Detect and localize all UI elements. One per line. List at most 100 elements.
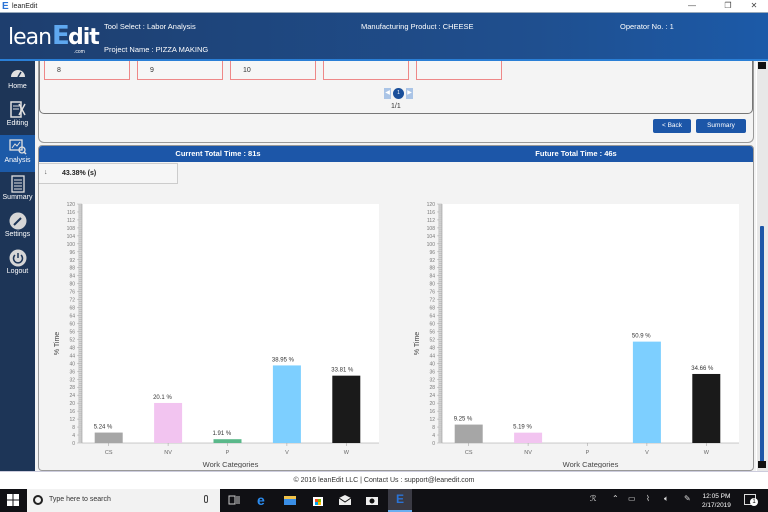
step-box[interactable]: 9	[137, 61, 223, 80]
y-axis-label: % Time	[414, 332, 421, 355]
step-box[interactable]: 10	[230, 61, 316, 80]
step-box[interactable]: 8	[44, 61, 130, 80]
y-tick-label: 32	[69, 377, 75, 383]
page-1-button[interactable]: 1	[393, 88, 404, 99]
y-tick-label: 12	[69, 417, 75, 423]
reduction-value: 43.38% (s)	[62, 170, 97, 177]
bar-value-label: 9.25 %	[454, 417, 473, 423]
wifi-icon[interactable]: ⌇	[646, 494, 650, 503]
x-tick-label: P	[586, 450, 590, 456]
y-tick-label: 112	[427, 218, 435, 224]
dashboard-icon	[10, 70, 25, 78]
wrench-icon	[9, 212, 26, 230]
logo-dit-text: dit	[68, 25, 100, 50]
y-tick-label: 16	[69, 409, 75, 415]
notification-badge: 1	[750, 498, 758, 506]
current-chart: 0481216202428323640444852566064687276808…	[54, 202, 379, 468]
sidebar-item-summary[interactable]: Summary	[0, 172, 35, 209]
step-box[interactable]	[416, 61, 502, 80]
restore-button[interactable]: ❐	[716, 0, 740, 12]
bar-w	[332, 375, 361, 443]
system-clock[interactable]: 12:05 PM 2/17/2019	[702, 492, 731, 510]
svg-text:e: e	[257, 493, 265, 507]
volume-icon[interactable]: 🔈︎	[664, 494, 669, 504]
x-tick-label: CS	[105, 450, 113, 456]
y-tick-label: 112	[67, 218, 75, 224]
sidebar-label: Analysis	[4, 157, 31, 164]
camera-icon[interactable]	[365, 493, 379, 507]
reduction-summary: ↓ 43.38% (s)	[39, 163, 178, 184]
x-tick-label: V	[645, 450, 649, 456]
y-tick-label: 80	[429, 282, 435, 288]
bar-value-label: 50.9 %	[632, 334, 651, 340]
x-tick-label: NV	[164, 450, 172, 456]
y-tick-label: 64	[429, 314, 435, 320]
taskbar-leanedit-app[interactable]: E	[388, 489, 412, 512]
sidebar-item-logout[interactable]: Logout	[0, 246, 35, 283]
y-tick-label: 28	[429, 385, 435, 391]
y-tick-label: 76	[69, 290, 75, 296]
sidebar-item-home[interactable]: Home	[0, 61, 35, 98]
y-tick-label: 12	[429, 417, 435, 423]
tool-select-label: Tool Select : Labor Analysis	[104, 22, 196, 31]
back-button[interactable]: < Back	[653, 119, 691, 133]
prev-page-button[interactable]: ◀	[384, 88, 391, 99]
sidebar-nav: Home Editing Analysis Summary Settings L…	[0, 61, 35, 471]
y-tick-label: 40	[429, 361, 435, 367]
step-box[interactable]	[323, 61, 409, 80]
y-tick-label: 0	[432, 441, 435, 447]
scrollbar-thumb[interactable]	[760, 226, 764, 466]
summary-button[interactable]: Summary	[696, 119, 746, 133]
close-button[interactable]: ✕	[742, 0, 766, 12]
current-total-time-title: Current Total Time : 81s	[175, 149, 261, 158]
store-icon[interactable]	[311, 493, 325, 507]
scroll-up-button[interactable]	[758, 62, 766, 69]
y-tick-label: 76	[429, 290, 435, 296]
analysis-charts-panel: Current Total Time : 81s Future Total Ti…	[38, 145, 754, 471]
battery-icon[interactable]: ▭	[628, 494, 636, 503]
y-tick-label: 16	[429, 409, 435, 415]
people-icon[interactable]: ℛ	[590, 494, 596, 503]
y-tick-label: 4	[432, 433, 435, 439]
y-tick-label: 60	[69, 322, 75, 328]
y-axis-label: % Time	[54, 332, 61, 355]
next-page-button[interactable]: ▶	[406, 88, 413, 99]
sidebar-item-settings[interactable]: Settings	[0, 209, 35, 246]
x-axis-label: Work Categories	[203, 460, 259, 468]
microphone-icon[interactable]	[204, 495, 208, 503]
window-titlebar: E leanEdit — ❐ ✕	[0, 0, 768, 13]
show-hidden-icons-chevron[interactable]: ⌃	[612, 494, 619, 503]
windows-start-icon[interactable]	[7, 494, 19, 506]
y-tick-label: 68	[429, 306, 435, 312]
y-tick-label: 24	[69, 393, 75, 399]
operator-label: Operator No. : 1	[620, 22, 674, 31]
bar-cs	[454, 424, 483, 443]
y-tick-label: 116	[67, 210, 75, 216]
scroll-down-button[interactable]	[758, 461, 766, 468]
edge-browser-icon[interactable]: e	[256, 493, 270, 507]
sidebar-item-analysis[interactable]: Analysis	[0, 135, 35, 172]
y-tick-label: 104	[67, 234, 76, 240]
y-tick-label: 20	[69, 401, 75, 407]
y-tick-label: 20	[429, 401, 435, 407]
minimize-button[interactable]: —	[680, 0, 704, 12]
action-center-icon[interactable]: 1	[744, 494, 758, 506]
task-view-icon[interactable]	[227, 493, 241, 507]
y-tick-label: 4	[72, 433, 75, 439]
analysis-chart-icon	[8, 139, 27, 155]
vertical-scrollbar[interactable]	[757, 61, 768, 471]
sidebar-label: Summary	[2, 194, 33, 201]
y-tick-label: 44	[69, 353, 75, 359]
x-tick-label: P	[226, 450, 230, 456]
bar-value-label: 38.95 %	[272, 357, 295, 363]
bar-value-label: 1.91 %	[213, 431, 232, 437]
pen-icon[interactable]: ✎	[684, 494, 691, 503]
leanedit-logo: lean E dit .com	[8, 21, 100, 55]
mail-icon[interactable]	[338, 493, 352, 507]
logo-com-text: .com	[74, 49, 85, 55]
file-explorer-icon[interactable]	[283, 493, 297, 507]
y-tick-label: 0	[72, 441, 75, 447]
y-tick-label: 64	[69, 314, 75, 320]
sidebar-item-editing[interactable]: Editing	[0, 98, 35, 135]
taskbar-search-box[interactable]: Type here to search	[27, 489, 220, 512]
